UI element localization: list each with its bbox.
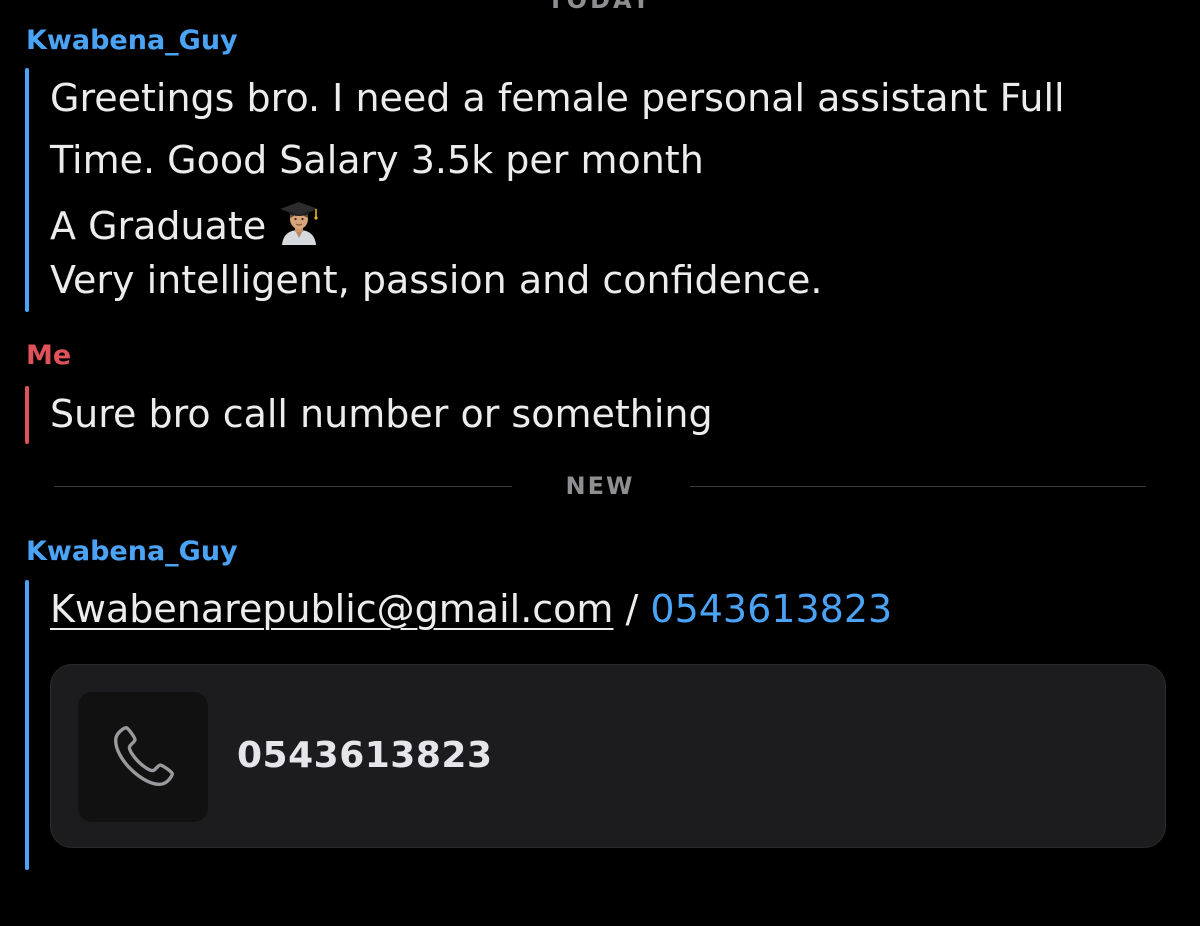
new-separator-label: NEW — [565, 472, 635, 500]
phone-contact-card[interactable]: 0543613823 — [50, 664, 1166, 848]
email-link[interactable]: Kwabenarepublic@gmail.com — [50, 587, 613, 631]
message-text-line: Greetings bro. I need a female personal … — [50, 76, 1065, 120]
message-text: A Graduate — [50, 204, 267, 248]
new-divider-right — [690, 486, 1146, 487]
message-text-line-with-emoji: A Graduate — [50, 201, 320, 255]
sender-name[interactable]: Kwabena_Guy — [26, 535, 238, 569]
message-accent-bar — [25, 386, 29, 444]
contact-card-number: 0543613823 — [237, 735, 493, 776]
message-text-line-with-links: Kwabenarepublic@gmail.com / 0543613823 — [50, 586, 892, 632]
sender-name[interactable]: Kwabena_Guy — [26, 24, 238, 58]
phone-icon — [114, 726, 174, 786]
message-text-line: Very intelligent, passion and confidence… — [50, 258, 823, 302]
phone-icon-tile — [78, 692, 208, 822]
phone-number-link[interactable]: 0543613823 — [650, 587, 892, 631]
message-text-line[interactable]: Sure bro call number or something — [50, 391, 713, 437]
new-divider-left — [54, 486, 512, 487]
graduate-emoji-icon — [278, 201, 320, 255]
day-separator-label: TODAY — [547, 0, 653, 14]
message-accent-bar — [25, 68, 29, 312]
separator-slash: / — [613, 587, 651, 631]
message-text-line: Time. Good Salary 3.5k per month — [50, 138, 704, 182]
sender-name-me[interactable]: Me — [26, 339, 71, 373]
message-accent-bar — [25, 580, 29, 870]
